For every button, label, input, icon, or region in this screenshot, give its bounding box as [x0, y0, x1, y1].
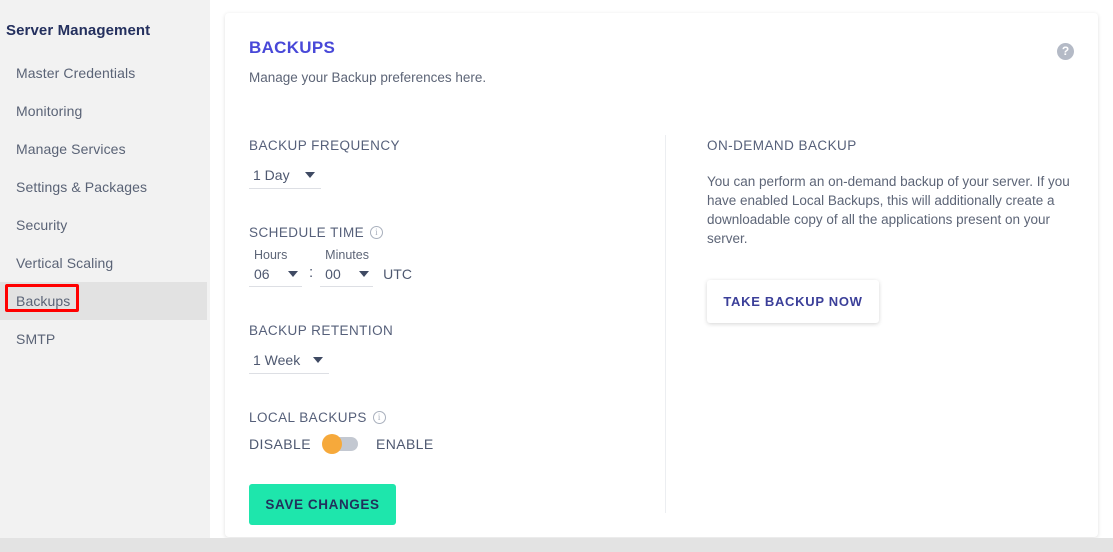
sidebar-heading: Server Management: [6, 22, 151, 39]
sidebar-item-monitoring[interactable]: Monitoring: [0, 92, 207, 130]
toggle-knob: [321, 434, 342, 454]
hours-label: Hours: [254, 248, 288, 262]
local-backups-toggle[interactable]: [321, 434, 358, 454]
schedule-time-label-text: SCHEDULE TIME: [249, 225, 365, 240]
bottom-strip: [0, 538, 1113, 552]
sidebar-item-label: Monitoring: [16, 103, 83, 119]
hours-value: 06: [254, 266, 270, 282]
column-divider: [665, 135, 666, 513]
sidebar-item-smtp[interactable]: SMTP: [0, 320, 207, 358]
sidebar-item-master-credentials[interactable]: Master Credentials: [0, 54, 207, 92]
sidebar: Server Management Master Credentials Mon…: [0, 0, 210, 538]
minutes-label: Minutes: [325, 248, 369, 262]
info-icon[interactable]: i: [370, 226, 384, 239]
on-demand-backup-title: ON-DEMAND BACKUP: [707, 138, 857, 153]
backup-retention-select[interactable]: 1 Week: [249, 348, 329, 374]
sidebar-item-label: Master Credentials: [16, 65, 136, 81]
toggle-enable-label: ENABLE: [375, 436, 434, 452]
time-separator: :: [309, 264, 314, 281]
backup-retention-value: 1 Week: [253, 352, 301, 368]
backup-frequency-value: 1 Day: [253, 167, 290, 183]
info-icon[interactable]: i: [372, 411, 386, 424]
backup-frequency-label-text: BACKUP FREQUENCY: [249, 138, 400, 153]
chevron-down-icon: [288, 271, 298, 277]
sidebar-item-label: Settings & Packages: [16, 179, 148, 195]
backup-retention-label: BACKUP RETENTION: [249, 323, 639, 338]
chevron-down-icon: [305, 172, 315, 178]
hours-select[interactable]: 06: [249, 264, 302, 287]
page-title: BACKUPS: [249, 38, 336, 57]
sidebar-item-manage-services[interactable]: Manage Services: [0, 130, 207, 168]
local-backups-label-text: LOCAL BACKUPS: [249, 410, 367, 425]
chevron-down-icon: [313, 357, 323, 363]
save-changes-button[interactable]: SAVE CHANGES: [249, 484, 396, 525]
sidebar-item-settings-and-packages[interactable]: Settings & Packages: [0, 168, 207, 206]
on-demand-backup-description: You can perform an on-demand backup of y…: [707, 174, 1070, 246]
local-backups-toggle-row: DISABLE ENABLE: [249, 434, 639, 454]
local-backups-label: LOCAL BACKUPS i: [249, 410, 639, 425]
backups-panel: BACKUPS Manage your Backup preferences h…: [225, 13, 1098, 537]
sidebar-item-label: Manage Services: [16, 141, 126, 157]
backup-retention-label-text: BACKUP RETENTION: [249, 323, 394, 338]
sidebar-item-backups[interactable]: Backups: [0, 282, 207, 320]
toggle-disable-label: DISABLE: [249, 436, 311, 452]
schedule-time-row: Hours 06 : Minutes 00 UTC: [249, 248, 639, 287]
sidebar-item-label: SMTP: [16, 331, 56, 347]
minutes-value: 00: [325, 266, 341, 282]
take-backup-now-button[interactable]: TAKE BACKUP NOW: [707, 280, 879, 323]
help-question-icon[interactable]: ?: [1057, 43, 1074, 60]
backup-settings-form: BACKUP FREQUENCY 1 Day SCHEDULE TIME i H…: [249, 138, 639, 525]
sidebar-item-security[interactable]: Security: [0, 206, 207, 244]
sidebar-item-vertical-scaling[interactable]: Vertical Scaling: [0, 244, 207, 282]
backup-frequency-label: BACKUP FREQUENCY: [249, 138, 639, 153]
timezone-label: UTC: [383, 266, 412, 282]
minutes-select[interactable]: 00: [320, 264, 374, 287]
page-subtitle: Manage your Backup preferences here.: [249, 70, 487, 85]
sidebar-item-label: Backups: [16, 293, 71, 309]
chevron-down-icon: [359, 271, 370, 277]
on-demand-backup-section: ON-DEMAND BACKUP You can perform an on-d…: [707, 138, 1082, 323]
hours-field: Hours 06: [249, 248, 302, 287]
backup-frequency-select[interactable]: 1 Day: [249, 163, 321, 189]
sidebar-item-label: Security: [16, 217, 68, 233]
sidebar-item-label: Vertical Scaling: [16, 255, 114, 271]
schedule-time-label: SCHEDULE TIME i: [249, 225, 639, 240]
minutes-field: Minutes 00: [320, 248, 374, 287]
